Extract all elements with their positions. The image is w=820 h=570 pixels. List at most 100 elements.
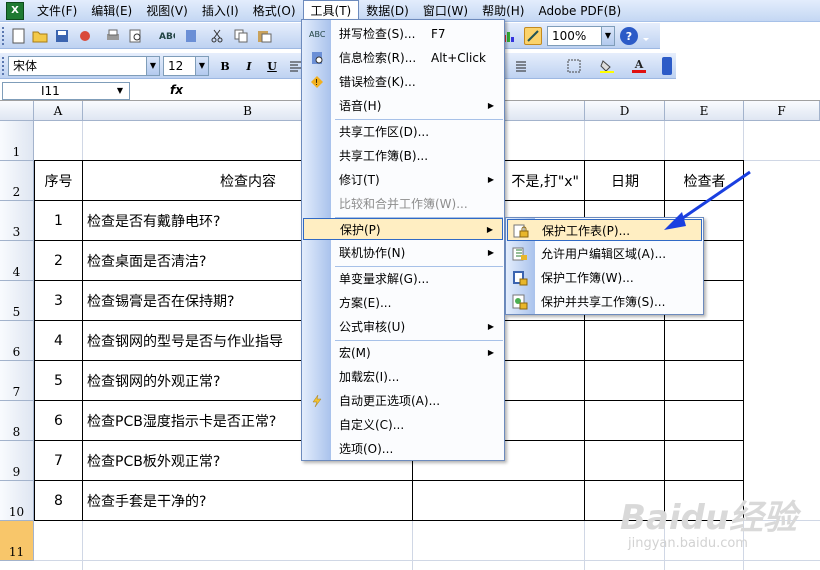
- chevron-down-icon[interactable]: ▼: [146, 57, 159, 75]
- cut-icon[interactable]: [208, 27, 226, 45]
- header-cell-date[interactable]: 日期: [585, 161, 665, 201]
- cell-seq[interactable]: 2: [34, 241, 83, 281]
- submenu-item-allow-edit-ranges[interactable]: 允许用户编辑区域(A)...: [507, 243, 702, 265]
- menu-file[interactable]: 文件(F): [30, 1, 84, 21]
- cell-seq[interactable]: 6: [34, 401, 83, 441]
- paste-icon[interactable]: [256, 27, 274, 45]
- menu-item-error-check[interactable]: ! 错误检查(K)...: [303, 71, 503, 93]
- open-folder-icon[interactable]: [31, 27, 49, 45]
- help-icon[interactable]: ?: [620, 27, 638, 45]
- copy-icon[interactable]: [232, 27, 250, 45]
- font-name-select[interactable]: 宋体 ▼: [8, 56, 160, 76]
- menu-item-research[interactable]: 信息检索(R)... Alt+Click: [303, 47, 503, 69]
- annotation-arrow: [664, 170, 751, 230]
- menu-item-autocorrect[interactable]: 自动更正选项(A)...: [303, 390, 503, 412]
- column-header-d[interactable]: D: [585, 101, 665, 121]
- new-icon[interactable]: [10, 27, 28, 45]
- submenu-arrow-icon: ▶: [487, 322, 494, 331]
- print-preview-icon[interactable]: [127, 27, 145, 45]
- menu-item-formula-audit[interactable]: 公式审核(U) ▶: [303, 316, 503, 338]
- menu-item-online-collab[interactable]: 联机协作(N) ▶: [303, 242, 503, 264]
- fx-icon[interactable]: fx: [170, 83, 183, 97]
- share-lock-icon: [512, 294, 528, 310]
- toolbar-options-icon[interactable]: [662, 57, 672, 75]
- cell-seq[interactable]: 1: [34, 201, 83, 241]
- submenu-item-label: 保护工作表(P)...: [542, 224, 631, 238]
- menu-item-speech[interactable]: 语音(H) ▶: [303, 95, 503, 117]
- select-all-corner[interactable]: [0, 101, 34, 121]
- drawing-icon[interactable]: [524, 27, 542, 45]
- lock-sheet-icon: [513, 223, 529, 239]
- menu-data[interactable]: 数据(D): [359, 1, 416, 21]
- borders-icon[interactable]: [565, 57, 583, 75]
- submenu-item-protect-share[interactable]: 保护并共享工作簿(S)...: [507, 291, 702, 313]
- menu-item-track-changes[interactable]: 修订(T) ▶: [303, 169, 503, 191]
- toolbar-grip[interactable]: [2, 27, 5, 45]
- menu-item-options[interactable]: 选项(O)...: [303, 438, 503, 460]
- cell-seq[interactable]: 8: [34, 481, 83, 521]
- chevron-down-icon[interactable]: ▼: [601, 27, 614, 45]
- row-header-11[interactable]: 11: [0, 521, 34, 561]
- cell-seq[interactable]: 5: [34, 361, 83, 401]
- cell-seq[interactable]: 4: [34, 321, 83, 361]
- italic-button[interactable]: I: [240, 57, 258, 75]
- save-icon[interactable]: [53, 27, 71, 45]
- menu-adobe-pdf[interactable]: Adobe PDF(B): [531, 1, 628, 21]
- column-header-f[interactable]: F: [744, 101, 820, 121]
- menu-insert[interactable]: 插入(I): [195, 1, 246, 21]
- svg-text:ABC: ABC: [159, 32, 175, 42]
- font-color-swatch: [632, 70, 646, 73]
- row-header-8[interactable]: 8: [0, 401, 34, 441]
- toolbar-options-icon[interactable]: [641, 27, 651, 45]
- column-header-a[interactable]: A: [34, 101, 83, 121]
- submenu-item-protect-workbook[interactable]: 保护工作簿(W)...: [507, 267, 702, 289]
- cell-seq[interactable]: 7: [34, 441, 83, 481]
- menu-item-label: 公式审核(U): [339, 320, 406, 334]
- indent-icon[interactable]: [510, 57, 528, 75]
- menu-item-goal-seek[interactable]: 单变量求解(G)...: [303, 268, 503, 290]
- menu-item-spelling[interactable]: ABC 拼写检查(S)... F7: [303, 23, 503, 45]
- menu-window[interactable]: 窗口(W): [416, 1, 475, 21]
- menu-help[interactable]: 帮助(H): [475, 1, 531, 21]
- row-header-2[interactable]: 2: [0, 161, 34, 201]
- underline-button[interactable]: U: [263, 57, 281, 75]
- row-header-1[interactable]: 1: [0, 121, 34, 161]
- zoom-select[interactable]: 100% ▼: [547, 26, 615, 46]
- menu-item-protection[interactable]: 保护(P) ▶: [303, 218, 503, 240]
- menu-item-addins[interactable]: 加载宏(I)...: [303, 366, 503, 388]
- spelling-icon[interactable]: ABC: [158, 27, 176, 45]
- bold-button[interactable]: B: [216, 57, 234, 75]
- font-color-button[interactable]: A: [630, 57, 648, 75]
- research-icon[interactable]: [182, 27, 200, 45]
- permission-icon[interactable]: [76, 27, 94, 45]
- row-header-6[interactable]: 6: [0, 321, 34, 361]
- chevron-down-icon[interactable]: ▼: [117, 83, 123, 99]
- row-header-7[interactable]: 7: [0, 361, 34, 401]
- font-size-select[interactable]: 12 ▼: [163, 56, 209, 76]
- fill-color-icon[interactable]: [598, 57, 616, 75]
- menu-edit[interactable]: 编辑(E): [84, 1, 139, 21]
- column-header-e[interactable]: E: [665, 101, 744, 121]
- menu-item-macro[interactable]: 宏(M) ▶: [303, 342, 503, 364]
- row-header-10[interactable]: 10: [0, 481, 34, 521]
- toolbar-grip[interactable]: [2, 57, 5, 75]
- row-header-4[interactable]: 4: [0, 241, 34, 281]
- menu-item-share-workspace[interactable]: 共享工作区(D)...: [303, 121, 503, 143]
- row-header-9[interactable]: 9: [0, 441, 34, 481]
- menu-item-label: 保护(P): [340, 223, 381, 237]
- menu-item-share-workbook[interactable]: 共享工作簿(B)...: [303, 145, 503, 167]
- print-icon[interactable]: [104, 27, 122, 45]
- name-box[interactable]: I11 ▼: [2, 82, 130, 100]
- menu-format[interactable]: 格式(O): [246, 1, 303, 21]
- menu-separator: [335, 266, 503, 267]
- cell-seq[interactable]: 3: [34, 281, 83, 321]
- row-header-5[interactable]: 5: [0, 281, 34, 321]
- menu-item-scenarios[interactable]: 方案(E)...: [303, 292, 503, 314]
- excel-app-icon[interactable]: X: [6, 1, 24, 20]
- cell-content[interactable]: 检查手套是干净的?: [83, 481, 413, 521]
- menu-view[interactable]: 视图(V): [139, 1, 195, 21]
- chevron-down-icon[interactable]: ▼: [195, 57, 208, 75]
- header-cell-seq[interactable]: 序号: [34, 161, 83, 201]
- row-header-3[interactable]: 3: [0, 201, 34, 241]
- menu-item-customize[interactable]: 自定义(C)...: [303, 414, 503, 436]
